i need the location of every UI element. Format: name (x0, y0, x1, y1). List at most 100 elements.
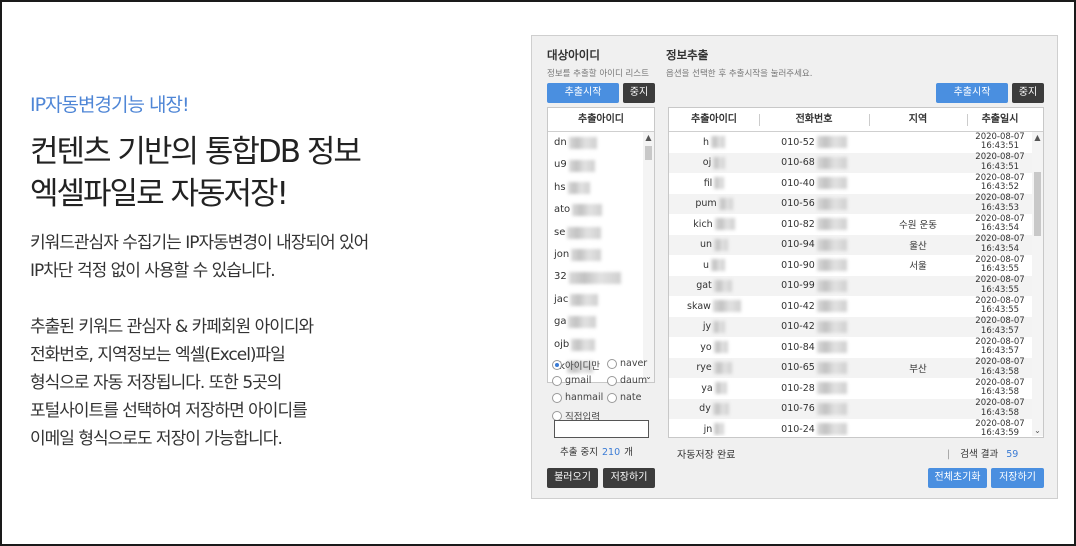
scroll-thumb[interactable] (645, 146, 652, 160)
table-row[interactable]: yo 010-84 2020-08-07 16:43:57 (669, 337, 1043, 358)
redacted-mask (713, 361, 732, 374)
cell-extract-id: pum (669, 197, 759, 210)
redacted-mask (712, 300, 741, 313)
reset-all-button[interactable]: 전체초기화 (928, 468, 987, 488)
cell-phone: 010-52 (759, 136, 869, 149)
cell-text: 010-42 (781, 321, 815, 333)
target-id-item[interactable]: hs (548, 177, 654, 199)
table-scrollbar[interactable]: ▲ ⌄ (1032, 132, 1043, 436)
table-row[interactable]: jn 010-24 2020-08-07 16:43:59 (669, 419, 1043, 436)
cell-extract-id: rye (669, 361, 759, 374)
table-row[interactable]: u 010-90 서울 2020-08-07 16:43:55 (669, 255, 1043, 276)
target-id-item[interactable]: jac (548, 289, 654, 311)
cell-datetime: 2020-08-07 16:43:52 (967, 173, 1033, 193)
cell-extract-id: jn (669, 423, 759, 436)
redacted-mask (816, 197, 847, 210)
target-id-item[interactable]: 32 (548, 266, 654, 288)
option-naver[interactable]: naver (607, 358, 647, 369)
target-id-item[interactable]: ojb (548, 334, 654, 356)
direct-domain-input[interactable] (554, 420, 649, 438)
target-id-text: jac (554, 293, 569, 305)
col-datetime[interactable]: 추출일시 (967, 108, 1033, 131)
cell-text: h (702, 136, 710, 148)
result-count: 59 (1006, 449, 1019, 460)
redacted-mask (816, 423, 847, 436)
table-row[interactable]: oj 010-68 2020-08-07 16:43:51 (669, 152, 1043, 173)
redacted-mask (816, 259, 847, 272)
target-id-item[interactable]: ato (548, 199, 654, 221)
table-row[interactable]: pum 010-56 2020-08-07 16:43:53 (669, 193, 1043, 214)
redacted-mask (571, 249, 602, 262)
cell-datetime: 2020-08-07 16:43:59 (967, 419, 1033, 436)
table-row[interactable]: fil 010-40 2020-08-07 16:43:52 (669, 173, 1043, 194)
table-row[interactable]: rye 010-65 부산 2020-08-07 16:43:58 (669, 357, 1043, 378)
table-row[interactable]: dy 010-76 2020-08-07 16:43:58 (669, 398, 1043, 419)
cell-phone: 010-76 (759, 402, 869, 415)
redacted-mask (816, 279, 847, 292)
target-id-title: 대상아이디 (547, 48, 600, 62)
table-row[interactable]: jy 010-42 2020-08-07 16:43:57 (669, 316, 1043, 337)
table-row[interactable]: gat 010-99 2020-08-07 16:43:55 (669, 275, 1043, 296)
table-row[interactable]: skaw 010-42 2020-08-07 16:43:55 (669, 296, 1043, 317)
radio-icon[interactable] (607, 375, 617, 386)
radio-checked-icon[interactable] (552, 360, 562, 370)
radio-icon[interactable] (552, 392, 562, 403)
option-daum[interactable]: daum (607, 375, 647, 386)
scroll-up-icon[interactable]: ▲ (1032, 132, 1043, 143)
para2-line-2: 전화번호, 지역정보는 엑셀(Excel)파일 (30, 345, 286, 365)
option-id-only[interactable]: 아이디만 (552, 358, 600, 372)
cell-extract-id: dy (669, 402, 759, 415)
extract-save-button[interactable]: 저장하기 (991, 468, 1044, 488)
cell-time: 16:43:52 (980, 182, 1020, 193)
cell-text: pum (695, 198, 717, 210)
target-id-item[interactable]: u9 (548, 154, 654, 176)
target-save-button[interactable]: 저장하기 (603, 468, 655, 488)
target-list-body[interactable]: dnu9hsatosejon32jacgaojbsk ▲ ⌄ (548, 132, 654, 382)
redacted-mask (816, 136, 847, 149)
col-region[interactable]: 지역 (869, 108, 967, 131)
target-id-item[interactable]: ga (548, 311, 654, 333)
cell-region: 울산 (909, 240, 927, 252)
target-id-item[interactable]: jon (548, 244, 654, 266)
scroll-down-icon[interactable]: ⌄ (1032, 425, 1043, 436)
cell-region: 서울 (909, 261, 927, 273)
target-id-text: ga (554, 316, 567, 328)
table-body[interactable]: h 010-52 2020-08-07 16:43:51 oj 010-68 2020-08… (669, 132, 1043, 436)
radio-icon[interactable] (607, 358, 617, 369)
redacted-mask (571, 338, 596, 351)
radio-icon[interactable] (552, 375, 562, 386)
table-row[interactable]: h 010-52 2020-08-07 16:43:51 (669, 132, 1043, 153)
redacted-mask (713, 320, 726, 333)
target-stop-button[interactable]: 중지 (623, 83, 655, 103)
option-hanmail[interactable]: hanmail (552, 392, 603, 403)
load-button[interactable]: 불러오기 (547, 468, 598, 488)
extract-stop-button[interactable]: 중지 (1012, 83, 1044, 103)
target-id-text: se (554, 226, 566, 238)
target-list-scrollbar[interactable]: ▲ ⌄ (643, 132, 654, 382)
target-id-item[interactable]: se (548, 222, 654, 244)
cell-extract-id: oj (669, 156, 759, 169)
redacted-mask (816, 341, 847, 354)
cell-datetime: 2020-08-07 16:43:57 (967, 337, 1033, 357)
cell-extract-id: skaw (669, 300, 759, 313)
table-row[interactable]: ya 010-28 2020-08-07 16:43:58 (669, 378, 1043, 399)
scroll-up-icon[interactable]: ▲ (643, 132, 654, 143)
para2-line-1: 추출된 키워드 관심자 & 카페회원 아이디와 (30, 317, 314, 337)
col-extract-id[interactable]: 추출아이디 (669, 108, 759, 131)
target-start-button[interactable]: 추출시작 (547, 83, 619, 103)
table-row[interactable]: kich 010-82 수원 운동 2020-08-07 16:43:54 (669, 214, 1043, 235)
cell-phone: 010-40 (759, 177, 869, 190)
promo-copy: IP자동변경기능 내장! 컨텐츠 기반의 통합DB 정보 엑셀파일로 자동저장!… (30, 90, 470, 453)
col-phone[interactable]: 전화번호 (759, 108, 869, 131)
cell-datetime: 2020-08-07 16:43:51 (967, 153, 1033, 172)
cell-phone: 010-42 (759, 320, 869, 333)
scroll-thumb[interactable] (1034, 172, 1041, 236)
cell-extract-id: fil (669, 177, 759, 190)
option-nate[interactable]: nate (607, 392, 641, 403)
option-gmail[interactable]: gmail (552, 375, 591, 386)
target-id-item[interactable]: dn (548, 132, 654, 154)
table-row[interactable]: un 010-94 울산 2020-08-07 16:43:54 (669, 234, 1043, 255)
extract-start-button[interactable]: 추출시작 (936, 83, 1008, 103)
radio-icon[interactable] (607, 392, 617, 403)
cell-time: 16:43:57 (980, 325, 1020, 336)
